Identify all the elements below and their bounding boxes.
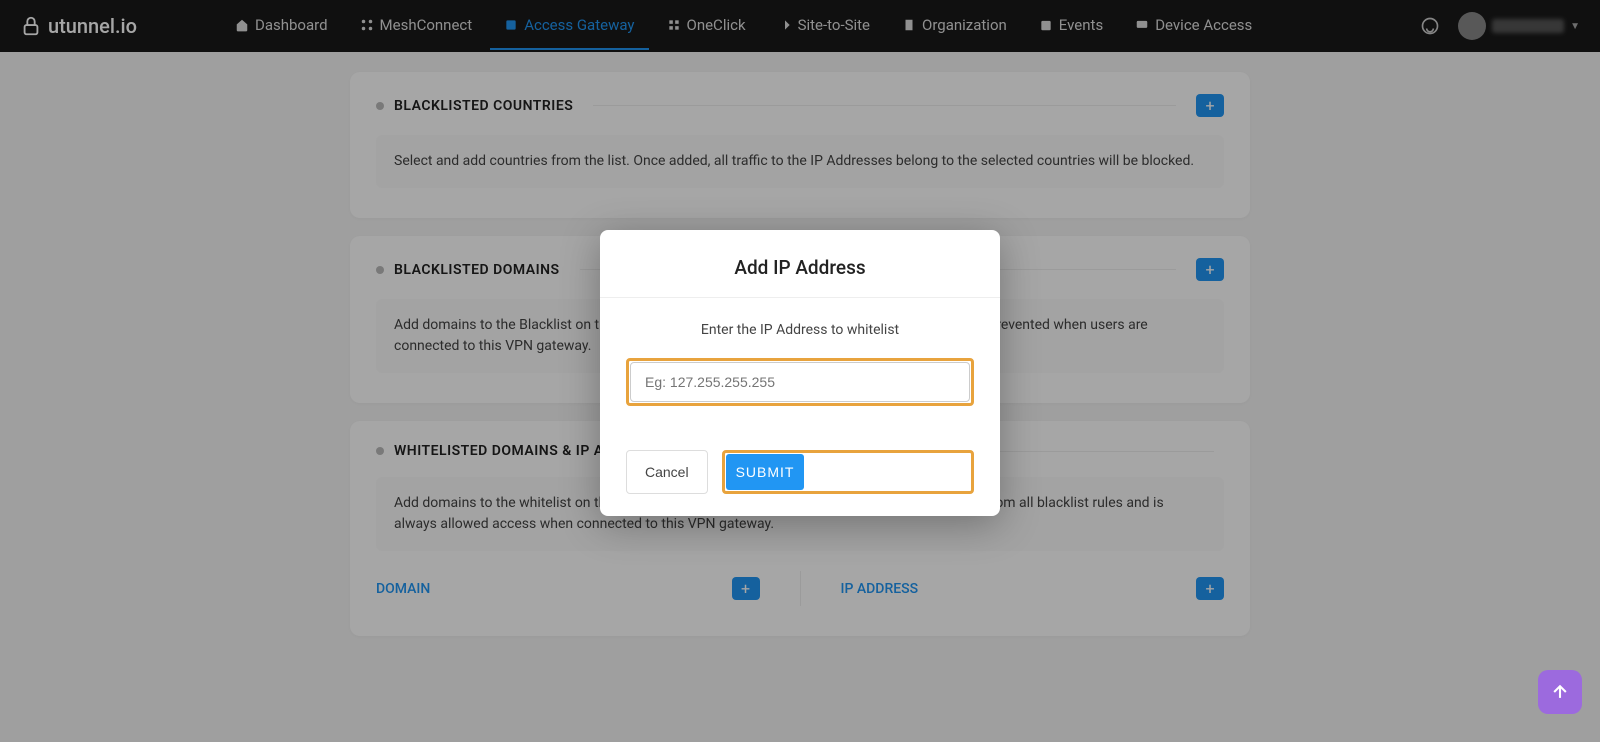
input-highlight (626, 358, 974, 406)
divider (600, 297, 1000, 298)
cancel-button[interactable]: Cancel (626, 450, 708, 494)
submit-button[interactable]: SUBMIT (726, 454, 805, 490)
arrow-up-icon (1550, 682, 1570, 702)
ip-address-input[interactable] (630, 362, 970, 402)
add-ip-modal: Add IP Address Enter the IP Address to w… (600, 230, 1000, 516)
modal-title: Add IP Address (626, 256, 974, 279)
modal-subtitle: Enter the IP Address to whitelist (626, 322, 974, 338)
submit-highlight: SUBMIT (722, 450, 974, 494)
modal-overlay[interactable]: Add IP Address Enter the IP Address to w… (0, 0, 1600, 742)
scroll-top-button[interactable] (1538, 670, 1582, 714)
